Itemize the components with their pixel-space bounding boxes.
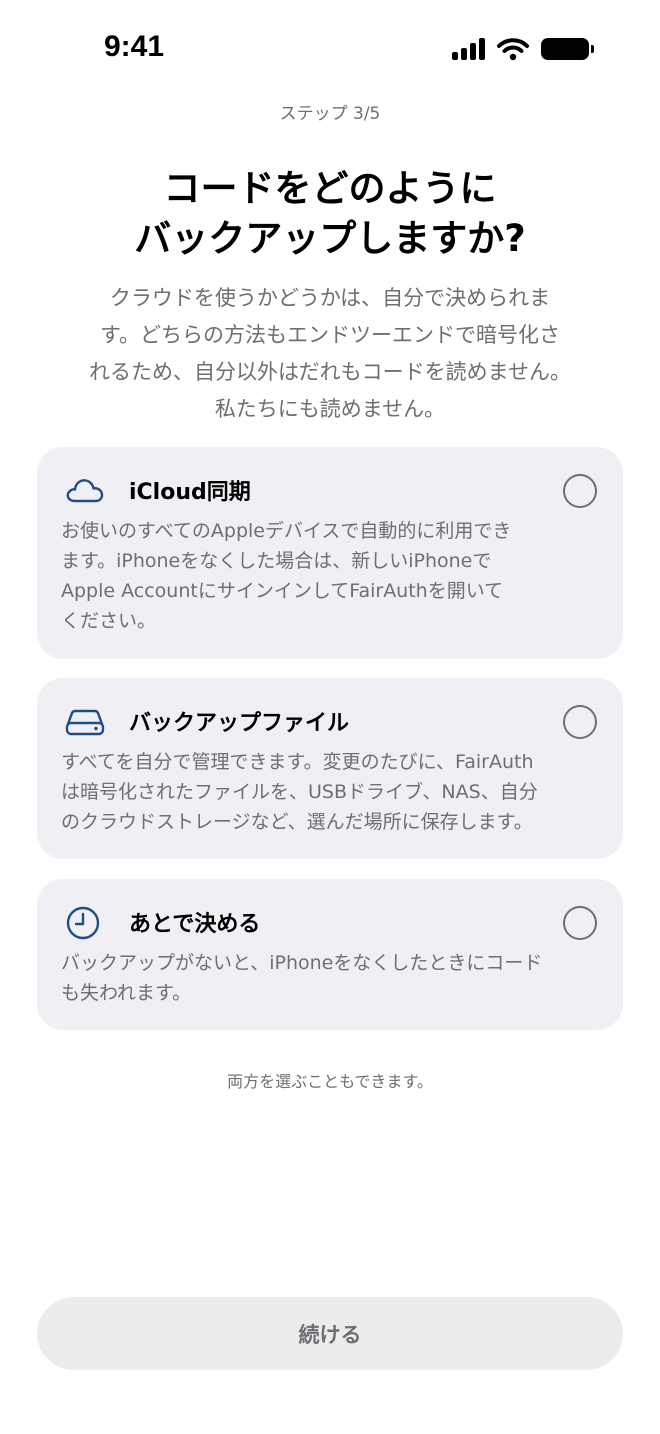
step-indicator: ステップ 3/5	[279, 104, 381, 124]
option-description: バックアップがないと、iPhoneをなくしたときにコード も失われます。	[61, 952, 543, 1004]
page-title: コードをどのように バックアップしますか?	[134, 167, 526, 260]
backup-choice-screen: 9:41 ステップ 3/5 コードをどのように バックアップしますか? クラウド…	[0, 0, 660, 1434]
option-description: すべてを自分で管理できます。変更のたびに、FairAuth は暗号化されたファイ…	[61, 751, 538, 833]
intro-text: クラウドを使うかどうかは、自分で決められま す。どちらの方法もエンドツーエンドで…	[89, 286, 571, 421]
option-card-decide-later[interactable]: あとで決める バックアップがないと、iPhoneをなくしたときにコード も失われ…	[37, 879, 623, 1030]
option-title: あとで決める	[129, 912, 261, 937]
cloud-icon	[66, 479, 104, 503]
option-title: バックアップファイル	[129, 711, 350, 736]
clock-icon	[66, 906, 100, 940]
option-radio-button[interactable]	[563, 474, 597, 508]
option-description: お使いのすべてのAppleデバイスで自動的に利用でき ます。iPhoneをなくし…	[61, 520, 512, 632]
wifi-icon	[497, 38, 529, 61]
option-card-icloud-sync[interactable]: iCloud同期 お使いのすべてのAppleデバイスで自動的に利用でき ます。i…	[37, 447, 623, 659]
drive-icon	[65, 709, 105, 736]
option-radio-button[interactable]	[563, 705, 597, 739]
option-title: iCloud同期	[129, 480, 251, 505]
footnote: 両方を選ぶこともできます。	[227, 1072, 433, 1091]
status-time: 9:41	[104, 30, 165, 63]
option-card-backup-file[interactable]: バックアップファイル すべてを自分で管理できます。変更のたびに、FairAuth…	[37, 678, 623, 859]
status-bar: 9:41	[0, 0, 660, 96]
option-radio-button[interactable]	[563, 906, 597, 940]
continue-button[interactable]: 続ける	[37, 1297, 623, 1370]
cellular-signal-icon	[452, 38, 485, 60]
battery-icon	[541, 38, 594, 60]
status-icons	[452, 34, 594, 64]
